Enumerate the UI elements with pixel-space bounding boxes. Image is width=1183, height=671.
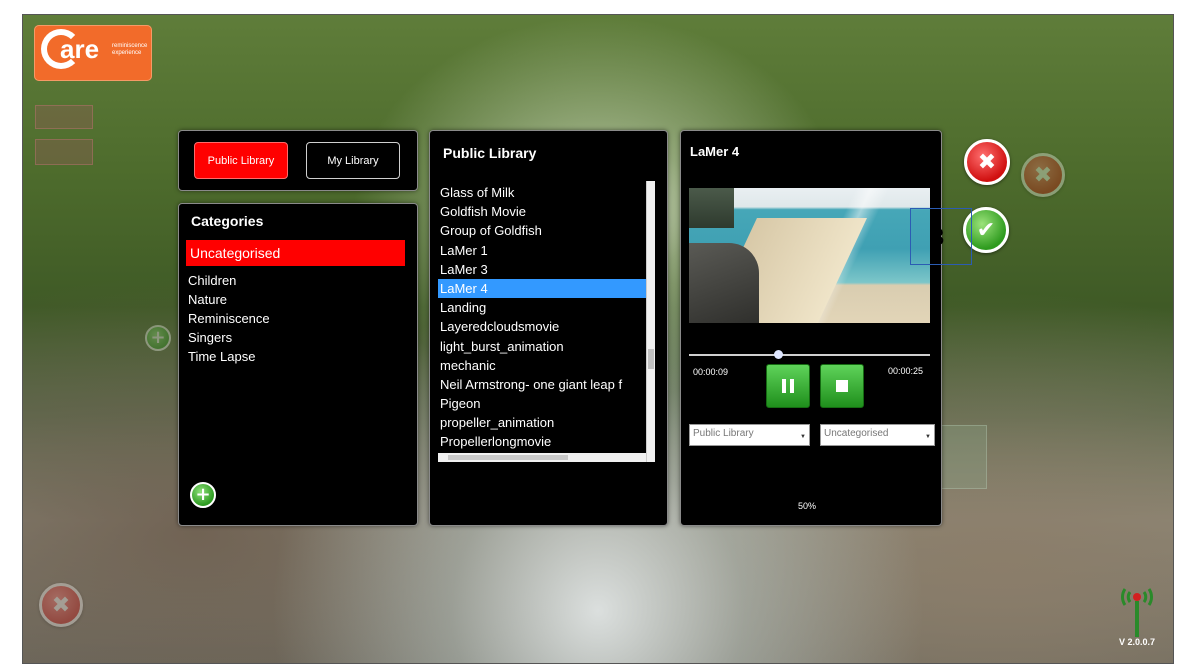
media-item[interactable]: LaMer 3 bbox=[438, 260, 646, 279]
media-list-vertical-scrollbar[interactable] bbox=[646, 181, 655, 462]
library-tab-panel: Public Library My Library bbox=[178, 130, 418, 191]
logo-tagline: reminiscence experience bbox=[112, 43, 148, 56]
tab-public-library[interactable]: Public Library bbox=[194, 142, 288, 179]
category-list: Children Nature Reminiscence Singers Tim… bbox=[188, 271, 416, 366]
media-list-title: Public Library bbox=[443, 145, 537, 161]
cancel-button[interactable]: ✖ bbox=[964, 139, 1010, 185]
care-logo: are reminiscence experience bbox=[34, 25, 152, 81]
media-item[interactable]: Propellerlongmovie bbox=[438, 432, 646, 451]
chevron-down-icon: ▼ bbox=[800, 434, 806, 440]
faded-panel bbox=[941, 425, 987, 489]
pause-button[interactable] bbox=[766, 364, 810, 408]
video-preview[interactable] bbox=[689, 188, 930, 323]
media-item[interactable]: propeller_animation bbox=[438, 413, 646, 432]
current-time: 00:00:09 bbox=[693, 367, 729, 377]
category-item[interactable]: Time Lapse bbox=[188, 347, 416, 366]
media-item[interactable]: Landing bbox=[438, 298, 646, 317]
tab-my-library[interactable]: My Library bbox=[306, 142, 400, 179]
seek-handle[interactable] bbox=[773, 350, 783, 359]
annotation-marker: 3 bbox=[910, 208, 972, 265]
upload-percent: 50% bbox=[798, 501, 817, 511]
player-panel: LaMer 4 00:00:09 00:00:25 Public Library… bbox=[680, 130, 942, 526]
player-title: LaMer 4 bbox=[690, 144, 740, 159]
video-cliff bbox=[689, 188, 734, 228]
stop-button[interactable] bbox=[820, 364, 864, 408]
faded-menu-button bbox=[35, 105, 93, 129]
category-item[interactable]: Singers bbox=[188, 328, 416, 347]
media-item[interactable]: mechanic bbox=[438, 356, 646, 375]
media-item[interactable]: light_burst_animation bbox=[438, 337, 646, 356]
pause-icon bbox=[782, 379, 794, 393]
media-item-selected[interactable]: LaMer 4 bbox=[438, 278, 646, 299]
version-label: V 2.0.0.7 bbox=[1119, 637, 1156, 647]
faded-close-icon-right: ✖ bbox=[1021, 153, 1065, 197]
vertical-scroll-thumb[interactable] bbox=[648, 349, 654, 369]
media-item[interactable]: Group of Goldfish bbox=[438, 221, 646, 240]
signal-icon bbox=[1120, 588, 1154, 637]
background-scene: are reminiscence experience ✖ ✖ + Public… bbox=[22, 14, 1174, 664]
horizontal-scroll-thumb[interactable] bbox=[448, 455, 568, 460]
library-select[interactable]: Public Library ▼ bbox=[689, 424, 810, 446]
media-item[interactable]: Pigeon bbox=[438, 394, 646, 413]
faded-profile-button bbox=[35, 139, 93, 165]
faded-add-icon: + bbox=[145, 325, 171, 351]
total-time: 00:00:25 bbox=[888, 366, 924, 376]
logo-word: are bbox=[60, 34, 100, 64]
media-item[interactable]: Goldfish Movie bbox=[438, 202, 646, 221]
categories-title: Categories bbox=[191, 213, 264, 229]
category-item[interactable]: Children bbox=[188, 271, 416, 290]
media-list: Glass of Milk Goldfish Movie Group of Go… bbox=[438, 183, 646, 452]
categories-panel: Categories Uncategorised Children Nature… bbox=[178, 203, 418, 526]
faded-close-icon: ✖ bbox=[39, 583, 83, 627]
stop-icon bbox=[836, 380, 848, 392]
chevron-down-icon: ▼ bbox=[925, 434, 931, 440]
media-list-horizontal-scrollbar[interactable] bbox=[438, 453, 646, 462]
seek-bar[interactable] bbox=[689, 354, 930, 356]
category-item[interactable]: Nature bbox=[188, 290, 416, 309]
category-item[interactable]: Reminiscence bbox=[188, 309, 416, 328]
category-select[interactable]: Uncategorised ▼ bbox=[820, 424, 935, 446]
add-category-button[interactable]: + bbox=[190, 482, 216, 508]
video-rock bbox=[689, 243, 759, 323]
media-item[interactable]: Layeredcloudsmovie bbox=[438, 317, 646, 336]
media-item[interactable]: Neil Armstrong- one giant leap f bbox=[438, 375, 646, 394]
media-list-panel: Public Library Glass of Milk Goldfish Mo… bbox=[429, 130, 668, 526]
media-item[interactable]: LaMer 1 bbox=[438, 241, 646, 260]
category-item-selected[interactable]: Uncategorised bbox=[186, 240, 405, 266]
media-item[interactable]: Glass of Milk bbox=[438, 183, 646, 202]
